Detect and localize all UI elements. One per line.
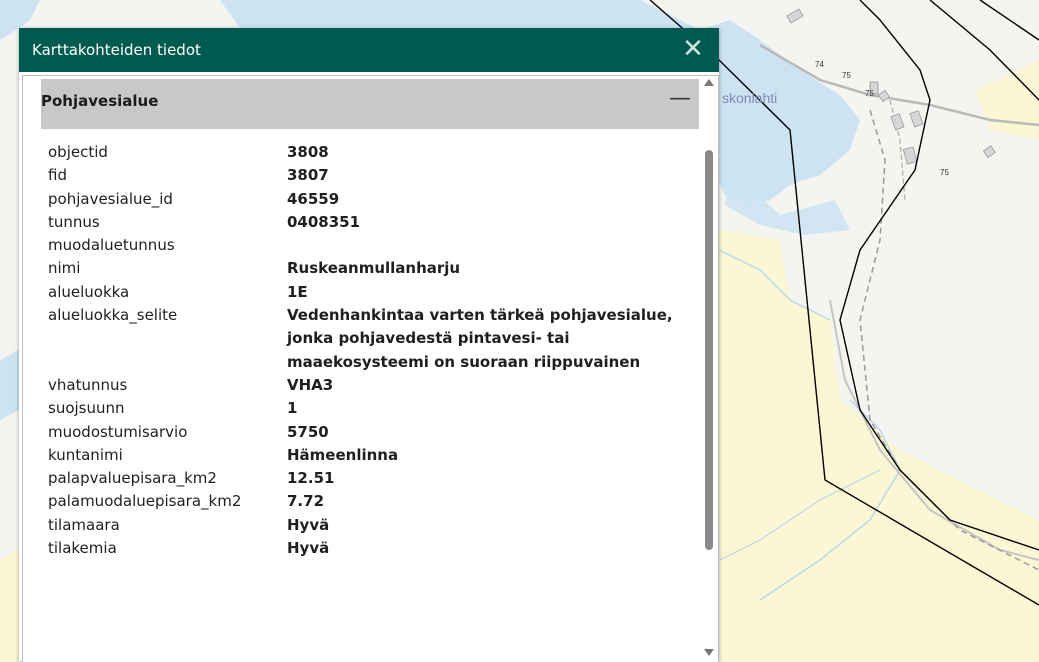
- attribute-key: tunnus: [48, 212, 100, 231]
- attribute-value: [287, 234, 687, 257]
- attribute-row: fid 3807: [48, 164, 688, 187]
- attribute-row: palapvaluepisara_km2 12.51: [48, 467, 688, 490]
- scrollbar-thumb[interactable]: [705, 150, 713, 550]
- map-place-label: skonlahti: [722, 90, 777, 106]
- attribute-key: vhatunnus: [48, 375, 128, 394]
- attribute-key: kuntanimi: [48, 445, 123, 464]
- attribute-value: 3807: [287, 166, 329, 185]
- attribute-row: suojsuunn 1: [48, 397, 688, 420]
- attribute-row: muodaluetunnus: [48, 234, 688, 257]
- elevation-label: 75: [865, 89, 874, 98]
- attribute-key: palamuodaluepisara_km2: [48, 492, 242, 511]
- attribute-value: 1E: [287, 282, 308, 301]
- attribute-value: VHA3: [287, 375, 334, 394]
- attribute-row: objectid 3808: [48, 141, 688, 164]
- attribute-key: tilakemia: [48, 539, 117, 558]
- attribute-key: muodostumisarvio: [48, 422, 188, 441]
- attribute-row: alueluokka 1E: [48, 281, 688, 304]
- attribute-key: tilamaara: [48, 515, 120, 534]
- attribute-row: kuntanimi Hämeenlinna: [48, 444, 688, 467]
- attribute-row: tilakemia Hyvä: [48, 537, 688, 560]
- minus-icon[interactable]: —: [669, 87, 691, 111]
- dialog-title: Karttakohteiden tiedot: [32, 41, 201, 59]
- section-title: Pohjavesialue: [41, 92, 159, 110]
- attribute-list: objectid 3808 fid 3807 pohjavesialue_id 46559…: [48, 141, 688, 560]
- dialog-titlebar[interactable]: Karttakohteiden tiedot ✕: [19, 28, 719, 72]
- attribute-value: 3808: [287, 143, 329, 161]
- vertical-scrollbar[interactable]: [701, 76, 718, 662]
- attribute-row: vhatunnus VHA3: [48, 374, 688, 397]
- attribute-row: alueluokka_selite Vedenhankintaa varten t…: [48, 304, 688, 374]
- attribute-row: tunnus 0408351: [48, 211, 688, 234]
- attribute-key: nimi: [48, 259, 81, 278]
- attribute-key: muodaluetunnus: [48, 236, 175, 255]
- attribute-key: suojsuunn: [48, 399, 125, 418]
- attribute-key: palapvaluepisara_km2: [48, 469, 217, 488]
- attribute-row: tilamaara Hyvä: [48, 514, 688, 537]
- attribute-row: muodostumisarvio 5750: [48, 421, 688, 444]
- attribute-value: Ruskeanmullanharju: [287, 259, 461, 278]
- arrow-down-icon[interactable]: [704, 649, 714, 656]
- attribute-value: Hämeenlinna: [287, 445, 399, 464]
- attribute-key: objectid: [48, 143, 108, 161]
- attribute-value: Hyvä: [287, 515, 330, 534]
- attribute-key: alueluokka: [48, 282, 130, 301]
- attribute-value: 7.72: [287, 492, 325, 511]
- arrow-up-icon[interactable]: [704, 79, 714, 86]
- attribute-row: palamuodaluepisara_km2 7.72: [48, 490, 688, 513]
- close-icon[interactable]: ✕: [679, 34, 707, 64]
- attribute-value: 0408351: [287, 212, 361, 231]
- attribute-value: 5750: [287, 422, 329, 441]
- attribute-value: 46559: [287, 189, 340, 208]
- attribute-value: Hyvä: [287, 539, 330, 558]
- attribute-value: Vedenhankintaa varten tärkeä pohjavesial…: [287, 306, 673, 371]
- attribute-value: 12.51: [287, 469, 335, 488]
- section-header[interactable]: Pohjavesialue —: [41, 79, 699, 129]
- attribute-value: 1: [287, 399, 298, 418]
- attribute-row: pohjavesialue_id 46559: [48, 188, 688, 211]
- feature-info-dialog: Karttakohteiden tiedot ✕ Pohjavesialue —…: [19, 28, 719, 662]
- dialog-content[interactable]: Pohjavesialue — objectid 3808 fid 3807 pohja…: [22, 75, 719, 662]
- attribute-key: fid: [48, 166, 67, 185]
- attribute-row: nimi Ruskeanmullanharju: [48, 257, 688, 280]
- elevation-label: 75: [940, 168, 949, 177]
- attribute-key: pohjavesialue_id: [48, 189, 173, 208]
- attribute-key: alueluokka_selite: [48, 306, 178, 325]
- elevation-label: 75: [842, 71, 851, 80]
- elevation-label: 74: [815, 60, 824, 69]
